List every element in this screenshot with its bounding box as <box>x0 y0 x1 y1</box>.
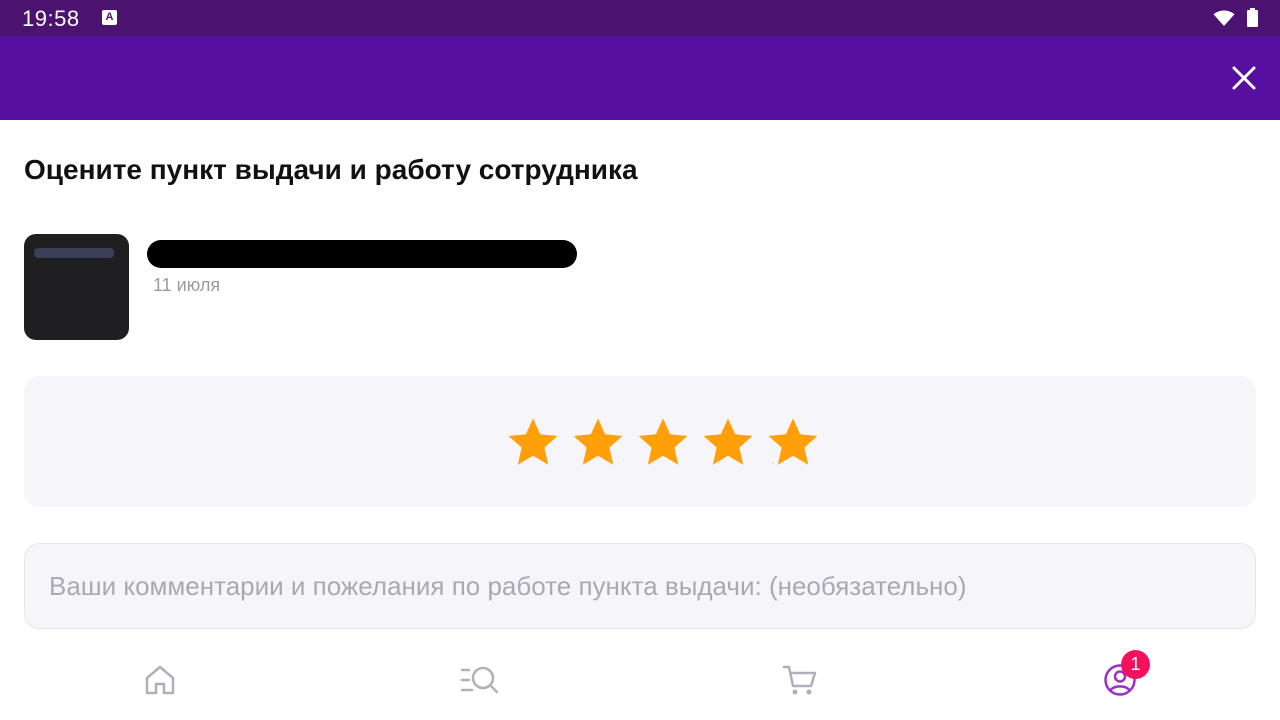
notification-a-icon: A <box>102 10 117 25</box>
page-title: Оцените пункт выдачи и работу сотрудника <box>24 154 638 185</box>
nav-cart[interactable] <box>780 660 820 700</box>
pickup-date: 11 июля <box>153 275 221 295</box>
star-icon[interactable] <box>634 414 692 472</box>
rating-card <box>24 376 1256 507</box>
close-button[interactable] <box>1224 58 1264 98</box>
app-bar <box>0 36 1280 120</box>
comment-input[interactable] <box>24 543 1256 629</box>
star-icon[interactable] <box>569 414 627 472</box>
star-icon[interactable] <box>504 414 562 472</box>
nav-home[interactable] <box>140 660 180 700</box>
pickup-point-photo <box>24 234 129 340</box>
status-bar: 19:58 A <box>0 0 1280 36</box>
close-icon <box>1232 66 1256 90</box>
star-icon[interactable] <box>764 414 822 472</box>
bottom-nav: 1 <box>0 632 1280 720</box>
status-time: 19:58 <box>22 6 80 31</box>
star-icon[interactable] <box>699 414 757 472</box>
profile-notification-badge: 1 <box>1121 650 1150 679</box>
nav-catalog[interactable] <box>460 660 500 700</box>
home-icon <box>145 665 175 695</box>
catalog-search-icon <box>460 666 499 694</box>
wifi-icon <box>1213 10 1235 26</box>
cart-icon <box>782 665 817 695</box>
pickup-point-name-redacted <box>147 240 577 268</box>
star-rating <box>504 414 822 472</box>
battery-icon <box>1247 8 1258 27</box>
